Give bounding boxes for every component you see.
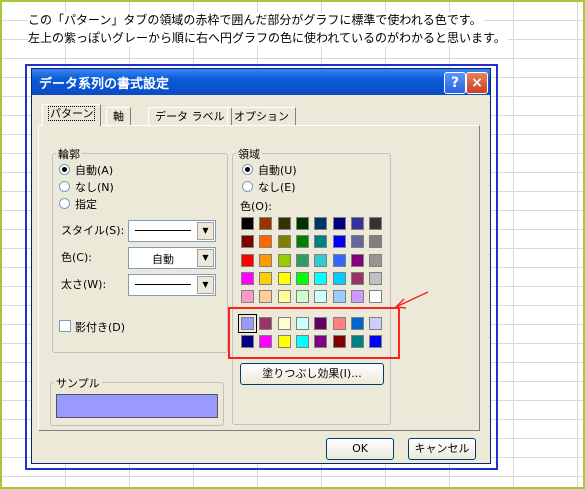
- basic-color-swatch[interactable]: [241, 253, 254, 267]
- basic-color-swatch[interactable]: [259, 253, 273, 267]
- radio-button: [59, 181, 70, 192]
- color-combo[interactable]: 自動 ▼: [128, 247, 216, 269]
- weight-combo[interactable]: ▼: [128, 274, 216, 296]
- note-line-2: 左上の紫っぽいグレーから順に右へ円グラフの色に使われているのがわかると思います。: [28, 30, 508, 46]
- note-line-1: この「パターン」タブの領域の赤枠で囲んだ部分がグラフに標準で使われる色です。: [28, 12, 484, 28]
- basic-color-swatch[interactable]: [369, 290, 383, 304]
- red-arrow-icon: [394, 291, 429, 309]
- basic-color-swatch[interactable]: [350, 235, 364, 249]
- dialog-title: データ系列の書式設定: [39, 77, 170, 92]
- checkbox-box: [59, 320, 71, 332]
- basic-color-swatch[interactable]: [241, 217, 254, 230]
- format-series-dialog: データ系列の書式設定 ? × パターン 軸 データ ラベル オプション 輪郭 自…: [31, 68, 491, 464]
- basic-color-swatch[interactable]: [314, 271, 328, 285]
- close-button[interactable]: ×: [466, 72, 488, 94]
- basic-color-swatch[interactable]: [332, 290, 346, 304]
- basic-color-swatch[interactable]: [314, 290, 328, 304]
- dropdown-arrow-icon[interactable]: ▼: [197, 249, 214, 267]
- tab-pattern[interactable]: パターン: [42, 104, 102, 126]
- basic-color-swatch[interactable]: [295, 217, 309, 230]
- basic-color-swatch[interactable]: [295, 253, 309, 267]
- highlight-frame: [228, 307, 400, 359]
- basic-color-swatch[interactable]: [350, 290, 364, 304]
- basic-color-swatch[interactable]: [277, 290, 291, 304]
- basic-color-swatch[interactable]: [277, 253, 291, 267]
- tab-data-label[interactable]: データ ラベル: [148, 107, 232, 126]
- radio-button: [59, 164, 70, 175]
- basic-color-swatch[interactable]: [241, 235, 254, 249]
- basic-color-swatch[interactable]: [369, 217, 383, 230]
- basic-color-swatch[interactable]: [259, 271, 273, 285]
- basic-color-swatch[interactable]: [259, 235, 273, 249]
- basic-color-swatch[interactable]: [332, 253, 346, 267]
- basic-color-swatch[interactable]: [295, 235, 309, 249]
- shadow-checkbox[interactable]: 影付き(D): [59, 320, 125, 335]
- basic-color-swatch[interactable]: [369, 271, 383, 285]
- basic-color-swatch[interactable]: [277, 217, 291, 230]
- basic-color-swatch[interactable]: [241, 290, 254, 304]
- radio-button: [59, 198, 70, 209]
- basic-color-swatch[interactable]: [369, 235, 383, 249]
- area-color-label: 色(O):: [240, 200, 272, 213]
- area-legend: 領域: [236, 146, 262, 162]
- border-custom-radio[interactable]: 指定: [59, 198, 97, 212]
- dropdown-arrow-icon[interactable]: ▼: [197, 222, 214, 240]
- basic-color-swatch[interactable]: [332, 217, 346, 230]
- basic-color-swatch[interactable]: [369, 253, 383, 267]
- radio-button: [242, 164, 253, 175]
- style-combo[interactable]: ▼: [128, 220, 216, 242]
- tab-pattern-label: パターン: [47, 106, 96, 121]
- fill-effects-button[interactable]: 塗りつぶし効果(I)...: [240, 363, 384, 385]
- basic-color-swatch[interactable]: [277, 271, 291, 285]
- basic-color-swatch[interactable]: [350, 253, 364, 267]
- color-label: 色(C):: [61, 251, 92, 264]
- basic-color-swatch[interactable]: [332, 271, 346, 285]
- color-combo-value: 自動: [152, 253, 174, 266]
- radio-button: [242, 181, 253, 192]
- border-auto-radio[interactable]: 自動(A): [59, 164, 113, 178]
- dropdown-arrow-icon[interactable]: ▼: [197, 276, 214, 294]
- tab-axis[interactable]: 軸: [106, 107, 131, 126]
- basic-color-swatch[interactable]: [314, 217, 328, 230]
- area-none-radio[interactable]: なし(E): [242, 181, 296, 195]
- basic-color-swatch[interactable]: [350, 217, 364, 230]
- sample-preview: [56, 394, 218, 418]
- basic-color-swatch[interactable]: [259, 217, 273, 230]
- sample-legend: サンプル: [54, 375, 102, 391]
- cancel-button[interactable]: キャンセル: [408, 438, 476, 460]
- basic-color-swatch[interactable]: [314, 253, 328, 267]
- basic-color-swatch[interactable]: [295, 271, 309, 285]
- basic-color-swatch[interactable]: [350, 271, 364, 285]
- weight-label: 太さ(W):: [61, 278, 107, 291]
- ok-button[interactable]: OK: [326, 438, 394, 460]
- basic-color-swatch[interactable]: [277, 235, 291, 249]
- basic-color-swatch[interactable]: [332, 235, 346, 249]
- title-bar[interactable]: データ系列の書式設定 ? ×: [32, 69, 490, 95]
- help-button[interactable]: ?: [444, 72, 466, 94]
- basic-color-swatch[interactable]: [295, 290, 309, 304]
- style-label: スタイル(S):: [61, 224, 125, 237]
- area-auto-radio[interactable]: 自動(U): [242, 164, 297, 178]
- basic-color-swatch[interactable]: [314, 235, 328, 249]
- border-legend: 輪郭: [56, 146, 82, 162]
- basic-color-swatch[interactable]: [259, 290, 273, 304]
- border-none-radio[interactable]: なし(N): [59, 181, 114, 195]
- basic-color-swatch[interactable]: [241, 271, 254, 285]
- tab-options[interactable]: オプション: [227, 107, 296, 126]
